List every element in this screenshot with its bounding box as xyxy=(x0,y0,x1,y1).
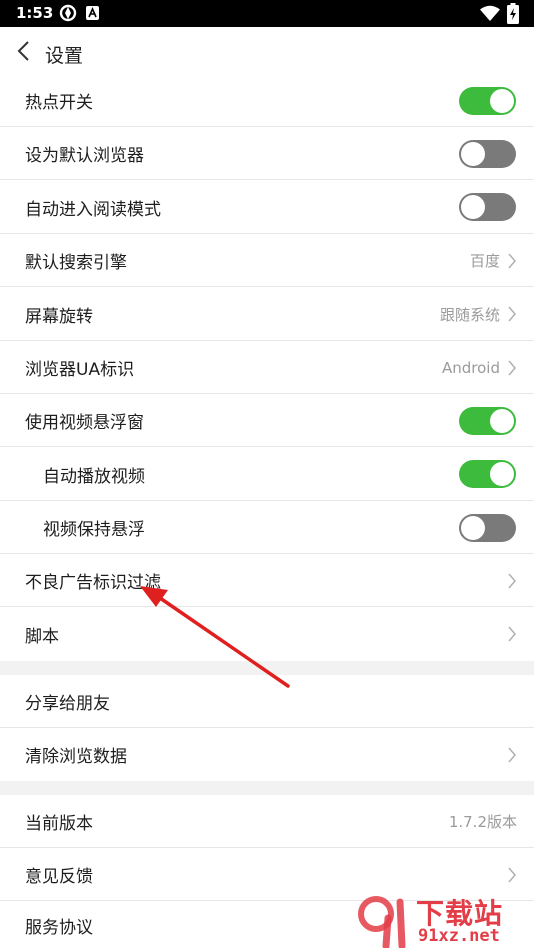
wifi-icon xyxy=(480,5,500,21)
toggle-knob xyxy=(461,195,485,219)
page-title: 设置 xyxy=(45,45,84,67)
row-label: 不良广告标识过滤 xyxy=(25,573,161,593)
chevron-right-icon xyxy=(508,253,516,268)
back-icon[interactable] xyxy=(14,39,34,63)
row-label: 清除浏览数据 xyxy=(25,747,127,767)
app-header: 设置 xyxy=(0,27,534,74)
notification-a-icon xyxy=(86,6,99,20)
chevron-right-icon xyxy=(508,573,516,588)
row-label: 自动进入阅读模式 xyxy=(25,199,161,220)
row-rotation[interactable]: 屏幕旋转 跟随系统 xyxy=(0,287,534,341)
row-version: 当前版本 1.7.2版本 xyxy=(0,795,534,848)
row-label: 浏览器UA标识 xyxy=(25,360,135,380)
row-search-engine[interactable]: 默认搜索引擎 百度 xyxy=(0,234,534,287)
row-keep-float[interactable]: 视频保持悬浮 xyxy=(0,501,534,554)
chevron-right-icon xyxy=(508,747,516,762)
status-bar: 1:53 xyxy=(0,0,534,27)
chevron-right-icon xyxy=(508,626,516,642)
row-ad-filter[interactable]: 不良广告标识过滤 xyxy=(0,554,534,607)
battery-charging-icon xyxy=(507,3,519,24)
hotspot-toggle[interactable] xyxy=(459,86,516,115)
row-clear-data[interactable]: 清除浏览数据 xyxy=(0,728,534,781)
row-label: 当前版本 xyxy=(25,814,93,834)
row-label: 意见反馈 xyxy=(25,867,93,887)
autoplay-toggle[interactable] xyxy=(459,460,516,488)
chevron-right-icon xyxy=(508,867,516,882)
watermark: 下载站 91xz.net xyxy=(354,890,534,950)
section-gap xyxy=(0,781,534,795)
rotation-value: 跟随系统 xyxy=(439,305,500,324)
chevron-right-icon xyxy=(508,306,516,322)
watermark-logo-icon xyxy=(358,896,406,948)
row-label: 脚本 xyxy=(25,626,59,647)
row-label: 自动播放视频 xyxy=(43,466,145,487)
vpn-icon xyxy=(59,4,77,22)
row-ua[interactable]: 浏览器UA标识 Android xyxy=(0,341,534,394)
reading-mode-toggle[interactable] xyxy=(459,193,516,221)
row-default-browser[interactable]: 设为默认浏览器 xyxy=(0,127,534,180)
toggle-knob xyxy=(490,88,514,113)
row-reading-mode[interactable]: 自动进入阅读模式 xyxy=(0,180,534,234)
row-label: 设为默认浏览器 xyxy=(25,146,144,166)
section-gap xyxy=(0,661,534,675)
row-label: 使用视频悬浮窗 xyxy=(25,413,144,433)
status-time: 1:53 xyxy=(16,4,54,22)
toggle-knob xyxy=(461,141,485,166)
toggle-knob xyxy=(490,408,514,433)
keep-float-toggle[interactable] xyxy=(459,513,516,542)
row-label: 默认搜索引擎 xyxy=(25,253,127,273)
toggle-knob xyxy=(490,462,514,486)
ua-value: Android xyxy=(442,358,500,377)
version-value: 1.7.2版本 xyxy=(448,813,517,831)
row-label: 视频保持悬浮 xyxy=(43,520,145,540)
search-engine-value: 百度 xyxy=(469,252,500,270)
chevron-right-icon xyxy=(508,360,516,375)
video-float-toggle[interactable] xyxy=(459,406,516,435)
row-label: 屏幕旋转 xyxy=(25,306,93,327)
row-share[interactable]: 分享给朋友 xyxy=(0,675,534,728)
row-autoplay[interactable]: 自动播放视频 xyxy=(0,447,534,501)
row-hotspot[interactable]: 热点开关 xyxy=(0,74,534,127)
row-video-float[interactable]: 使用视频悬浮窗 xyxy=(0,394,534,447)
default-browser-toggle[interactable] xyxy=(459,139,516,168)
row-label: 服务协议 xyxy=(25,918,93,938)
row-script[interactable]: 脚本 xyxy=(0,607,534,661)
watermark-url: 91xz.net xyxy=(418,926,500,946)
row-label: 分享给朋友 xyxy=(25,694,110,714)
row-label: 热点开关 xyxy=(25,93,93,113)
toggle-knob xyxy=(461,515,485,540)
